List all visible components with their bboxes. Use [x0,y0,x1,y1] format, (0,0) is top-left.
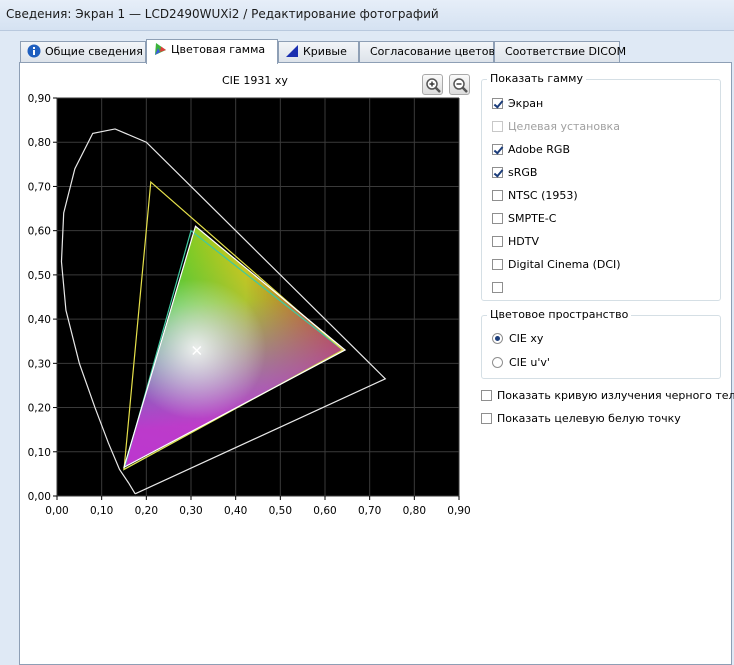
cie-uv-radio[interactable] [492,357,503,368]
gamut-option-label: NTSC (1953) [508,189,578,202]
x-tick-label: 0,60 [313,505,336,517]
x-tick-label: 0,20 [135,505,158,517]
smpte-c-checkbox[interactable] [492,213,503,224]
y-tick-label: 0,40 [28,314,51,326]
gamut-option-dci[interactable]: Digital Cinema (DCI) [492,258,621,274]
color-space-cie-xy[interactable]: CIE xy [492,332,543,348]
x-tick-label: 0,40 [224,505,247,517]
option-label: Показать целевую белую точку [497,412,681,425]
hdtv-checkbox[interactable] [492,236,503,247]
show-target-white-point-option[interactable]: Показать целевую белую точку [481,412,681,425]
gamut-option-label: Digital Cinema (DCI) [508,258,621,271]
blackbody-checkbox[interactable] [481,390,492,401]
gamut-option-adobe-rgb[interactable]: Adobe RGB [492,143,570,159]
ntsc-checkbox[interactable] [492,190,503,201]
x-tick-label: 0,00 [45,505,68,517]
option-label: Показать кривую излучения черного тела [497,389,734,402]
x-tick-label: 0,50 [269,505,292,517]
y-tick-label: 0,60 [28,226,51,238]
x-tick-label: 0,70 [358,505,381,517]
y-tick-label: 0,10 [28,447,51,459]
dci-checkbox[interactable] [492,259,503,270]
x-tick-label: 0,30 [179,505,202,517]
y-tick-label: 0,00 [28,491,51,503]
white-point-checkbox[interactable] [481,413,492,424]
y-tick-label: 0,80 [28,137,51,149]
screen-checkbox[interactable] [492,98,503,109]
show-gamut-group: Показать гамму Экран Целевая установка A… [481,72,721,301]
x-tick-label: 0,90 [447,505,470,517]
color-space-title: Цветовое пространство [487,308,632,321]
radio-label: CIE u'v' [509,356,550,369]
color-space-group: Цветовое пространство CIE xy CIE u'v' [481,308,721,379]
y-tick-label: 0,70 [28,181,51,193]
gamut-option-label: Adobe RGB [508,143,571,156]
x-tick-label: 0,80 [403,505,426,517]
cie-xy-radio[interactable] [492,333,503,344]
show-gamut-title: Показать гамму [487,72,586,85]
srgb-checkbox[interactable] [492,167,503,178]
gamut-option-label: Экран [508,97,544,110]
y-tick-label: 0,30 [28,358,51,370]
gamut-option-screen[interactable]: Экран [492,97,543,113]
tab-color-gamut-label: Цветовая гамма [171,43,266,56]
show-blackbody-curve-option[interactable]: Показать кривую излучения черного тела [481,389,734,402]
gamut-option-label: SMPTE-C [508,212,557,225]
y-tick-label: 0,20 [28,403,51,415]
tab-color-gamut[interactable]: Цветовая гамма [146,39,278,64]
radio-label: CIE xy [509,332,544,345]
gamut-option-label: sRGB [508,166,538,179]
gamut-option-smpte-c[interactable]: SMPTE-C [492,212,556,228]
adobe-rgb-checkbox[interactable] [492,144,503,155]
gamut-option-srgb[interactable]: sRGB [492,166,537,182]
color-gamut-icon [155,43,166,55]
x-tick-label: 0,10 [90,505,113,517]
gamut-option-hdtv[interactable]: HDTV [492,235,539,251]
empty-checkbox[interactable] [492,282,503,293]
color-space-cie-uv[interactable]: CIE u'v' [492,356,550,372]
gamut-option-ntsc[interactable]: NTSC (1953) [492,189,578,205]
gamut-option-label: HDTV [508,235,539,248]
gamut-option-label: Целевая установка [508,120,620,133]
gamut-option-empty[interactable] [492,281,508,297]
y-tick-label: 0,90 [28,93,51,105]
gamut-option-target: Целевая установка [492,120,620,136]
target-checkbox [492,121,503,132]
y-tick-label: 0,50 [28,270,51,282]
